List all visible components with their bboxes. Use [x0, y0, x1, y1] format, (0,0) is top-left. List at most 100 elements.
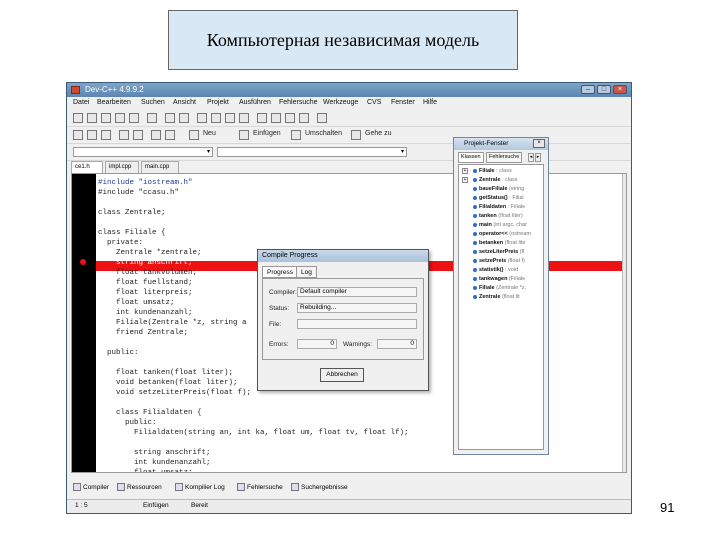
code-line: float fuellstand; — [98, 279, 193, 287]
member-icon — [473, 177, 477, 182]
debug-tab-icon — [237, 483, 245, 491]
about-icon[interactable] — [165, 130, 175, 140]
tab-impl-cpp[interactable]: impl.cpp — [105, 161, 139, 173]
tab-kompilier-log[interactable]: Kompilier Log — [175, 483, 225, 491]
code-line: friend Zentrale; — [98, 329, 189, 337]
minimize-button[interactable]: – — [581, 85, 595, 94]
undo-icon[interactable] — [165, 113, 175, 123]
menu-fenster[interactable]: Fenster — [391, 99, 415, 106]
goto-label[interactable]: Gehe zu — [365, 130, 391, 137]
tab-scroll-right-icon[interactable]: ▸ — [535, 153, 541, 162]
new-class-icon[interactable] — [189, 130, 199, 140]
tree-item[interactable]: betanken (float lite — [473, 239, 525, 248]
tab-ressourcen[interactable]: Ressourcen — [117, 483, 162, 491]
tree-item[interactable]: tankwagen (Filiale — [473, 275, 525, 284]
new-file-icon[interactable] — [73, 113, 83, 123]
print-icon[interactable] — [147, 113, 157, 123]
tree-item[interactable]: operator<< (ostream — [473, 230, 531, 239]
errors-value: 0 — [297, 339, 337, 349]
tab-klassen[interactable]: Klassen — [458, 152, 484, 163]
save-icon[interactable] — [101, 113, 111, 123]
menu-datei[interactable]: Datei — [73, 99, 89, 106]
tree-item[interactable]: main (int argc, char — [473, 221, 527, 230]
add-project-icon[interactable] — [73, 130, 83, 140]
tab-ce1-h[interactable]: ce1.h — [71, 161, 103, 173]
menu-projekt[interactable]: Projekt — [207, 99, 229, 106]
tree-item[interactable]: Zentrale : class — [473, 176, 518, 185]
code-line: class Filialdaten { — [98, 409, 202, 417]
bottom-tabs: Compiler Ressourcen Kompilier Log Fehler… — [67, 481, 631, 495]
tree-item[interactable]: Filiale (Zentrale *z, — [473, 284, 526, 293]
compile-run-icon[interactable] — [285, 113, 295, 123]
tab-progress[interactable]: Progress — [262, 266, 299, 278]
redo-icon[interactable] — [179, 113, 189, 123]
help-icon[interactable] — [151, 130, 161, 140]
toggle-icon[interactable] — [291, 130, 301, 140]
tree-item-type: : class — [496, 168, 512, 174]
run-icon[interactable] — [271, 113, 281, 123]
project-options-icon[interactable] — [101, 130, 111, 140]
goto-line-icon[interactable] — [239, 113, 249, 123]
insert-icon[interactable] — [239, 130, 249, 140]
tab-scroll-left-icon[interactable]: ◂ — [528, 153, 534, 162]
tree-expander-icon[interactable]: + — [462, 168, 468, 174]
tree-item-name: main — [479, 222, 492, 228]
slide-title: Компьютерная независимая модель — [168, 10, 518, 70]
tab-log[interactable]: Log — [296, 266, 317, 278]
tree-item[interactable]: Filialdaten : Filiale — [473, 203, 525, 212]
menu-cvs[interactable]: CVS — [367, 99, 381, 106]
tab-suchergebnisse[interactable]: Suchergebnisse — [291, 483, 348, 491]
project-panel-close-icon[interactable]: × — [533, 139, 545, 148]
menu-bearbeiten[interactable]: Bearbeiten — [97, 99, 131, 106]
tree-item[interactable]: Filiale : class — [473, 167, 512, 176]
code-line: #include "iostream.h" — [98, 179, 193, 187]
tree-item[interactable]: setzePreis (float f) — [473, 257, 525, 266]
abort-button[interactable]: Abbrechen — [320, 368, 364, 382]
insert-label[interactable]: Einfügen — [253, 130, 281, 137]
save-all-icon[interactable] — [115, 113, 125, 123]
breakpoint-marker[interactable] — [80, 259, 86, 265]
tree-item[interactable]: baueFiliale (string — [473, 185, 524, 194]
tab-fehlersuche-panel[interactable]: Fehlersuche — [486, 152, 523, 163]
tree-item[interactable]: getStatus() : Filial — [473, 194, 524, 203]
goto-icon[interactable] — [351, 130, 361, 140]
debug-icon[interactable] — [317, 113, 327, 123]
menu-ansicht[interactable]: Ansicht — [173, 99, 196, 106]
editor-scrollbar[interactable] — [622, 174, 626, 472]
tree-item-name: setzeLiterPreis — [479, 249, 519, 255]
tab-fehlersuche[interactable]: Fehlersuche — [237, 483, 283, 491]
page-number: 91 — [660, 500, 675, 515]
tab-compiler[interactable]: Compiler — [73, 483, 109, 491]
close-file-icon[interactable] — [129, 113, 139, 123]
code-line: public: — [98, 349, 139, 357]
compile-icon[interactable] — [257, 113, 267, 123]
check-icon[interactable] — [119, 130, 129, 140]
close-button[interactable]: × — [613, 85, 627, 94]
find-icon[interactable] — [197, 113, 207, 123]
class-dropdown[interactable]: ▾ — [73, 147, 213, 157]
tree-item[interactable]: setzeLiterPreis (fl — [473, 248, 524, 257]
menu-hilfe[interactable]: Hilfe — [423, 99, 437, 106]
tree-item[interactable]: statistik() : void — [473, 266, 518, 275]
maximize-button[interactable]: □ — [597, 85, 611, 94]
open-file-icon[interactable] — [87, 113, 97, 123]
rebuild-icon[interactable] — [299, 113, 309, 123]
status-bar: 1 : 5 Einfügen Bereit — [67, 499, 631, 513]
menu-ausfuehren[interactable]: Ausführen — [239, 99, 271, 106]
menu-werkzeuge[interactable]: Werkzeuge — [323, 99, 358, 106]
menu-fehlersuche[interactable]: Fehlersuche — [279, 99, 318, 106]
file-value — [297, 319, 417, 329]
tree-item[interactable]: Zentrale (float lit — [473, 293, 520, 302]
tree-expander-icon[interactable]: + — [462, 177, 468, 183]
tree-item-name: Filiale — [479, 285, 495, 291]
toggle-label[interactable]: Umschalten — [305, 130, 342, 137]
new-label[interactable]: Neu — [203, 130, 216, 137]
tree-item[interactable]: tanken (float liter) — [473, 212, 523, 221]
replace-icon[interactable] — [211, 113, 221, 123]
find-next-icon[interactable] — [225, 113, 235, 123]
grid-icon[interactable] — [133, 130, 143, 140]
tab-main-cpp[interactable]: main.cpp — [141, 161, 179, 173]
menu-suchen[interactable]: Suchen — [141, 99, 165, 106]
member-dropdown[interactable]: ▾ — [217, 147, 407, 157]
remove-project-icon[interactable] — [87, 130, 97, 140]
